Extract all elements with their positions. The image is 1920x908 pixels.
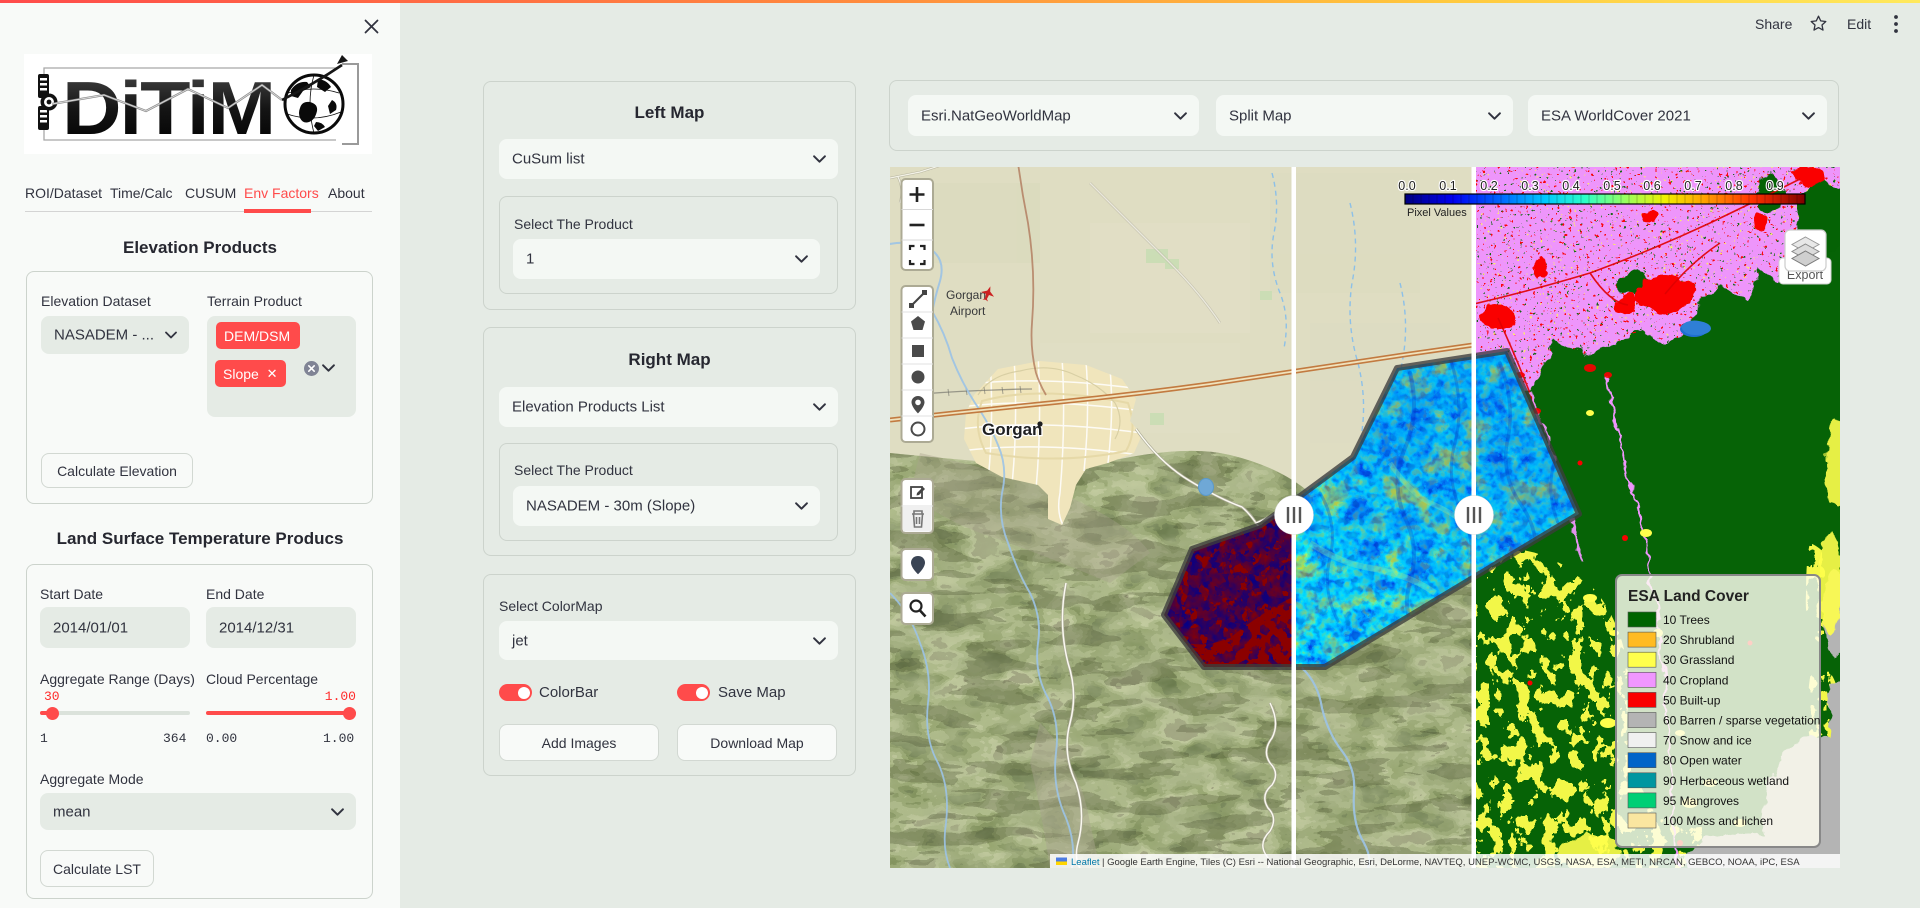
svg-text:Airport: Airport bbox=[950, 304, 986, 318]
svg-text:70 Snow and ice: 70 Snow and ice bbox=[1663, 734, 1752, 748]
svg-text:0.7: 0.7 bbox=[1684, 179, 1701, 193]
svg-text:0.5: 0.5 bbox=[1603, 179, 1620, 193]
svg-text:95 Mangroves: 95 Mangroves bbox=[1663, 794, 1739, 808]
svg-text:0.9: 0.9 bbox=[1766, 179, 1783, 193]
svg-text:80 Open water: 80 Open water bbox=[1663, 754, 1742, 768]
svg-text:10 Trees: 10 Trees bbox=[1663, 613, 1710, 627]
svg-text:0.3: 0.3 bbox=[1521, 179, 1538, 193]
svg-text:40 Cropland: 40 Cropland bbox=[1663, 673, 1728, 687]
svg-text:50 Built-up: 50 Built-up bbox=[1663, 693, 1721, 707]
svg-text:0.8: 0.8 bbox=[1725, 179, 1742, 193]
svg-text:0.1: 0.1 bbox=[1439, 179, 1456, 193]
svg-text:90 Herbaceous wetland: 90 Herbaceous wetland bbox=[1663, 774, 1789, 788]
svg-text:Gorgan: Gorgan bbox=[982, 420, 1042, 439]
svg-text:DiTiM: DiTiM bbox=[62, 66, 274, 150]
svg-text:| Google Earth Engine, Tiles (: | Google Earth Engine, Tiles (C) Esri --… bbox=[1102, 857, 1800, 868]
svg-text:0.2: 0.2 bbox=[1480, 179, 1497, 193]
svg-text:0.6: 0.6 bbox=[1643, 179, 1660, 193]
svg-text:Gorgan: Gorgan bbox=[946, 288, 986, 302]
svg-text:60 Barren / sparse vegetation: 60 Barren / sparse vegetation bbox=[1663, 714, 1820, 728]
svg-text:0.4: 0.4 bbox=[1562, 179, 1579, 193]
svg-text:30 Grassland: 30 Grassland bbox=[1663, 653, 1734, 667]
svg-text:Leaflet: Leaflet bbox=[1071, 857, 1100, 868]
svg-text:ESA Land Cover: ESA Land Cover bbox=[1628, 588, 1749, 605]
svg-text:0.0: 0.0 bbox=[1398, 179, 1415, 193]
svg-text:100 Moss and lichen: 100 Moss and lichen bbox=[1663, 814, 1773, 828]
svg-text:20 Shrubland: 20 Shrubland bbox=[1663, 633, 1734, 647]
svg-text:Pixel Values: Pixel Values bbox=[1407, 207, 1467, 219]
